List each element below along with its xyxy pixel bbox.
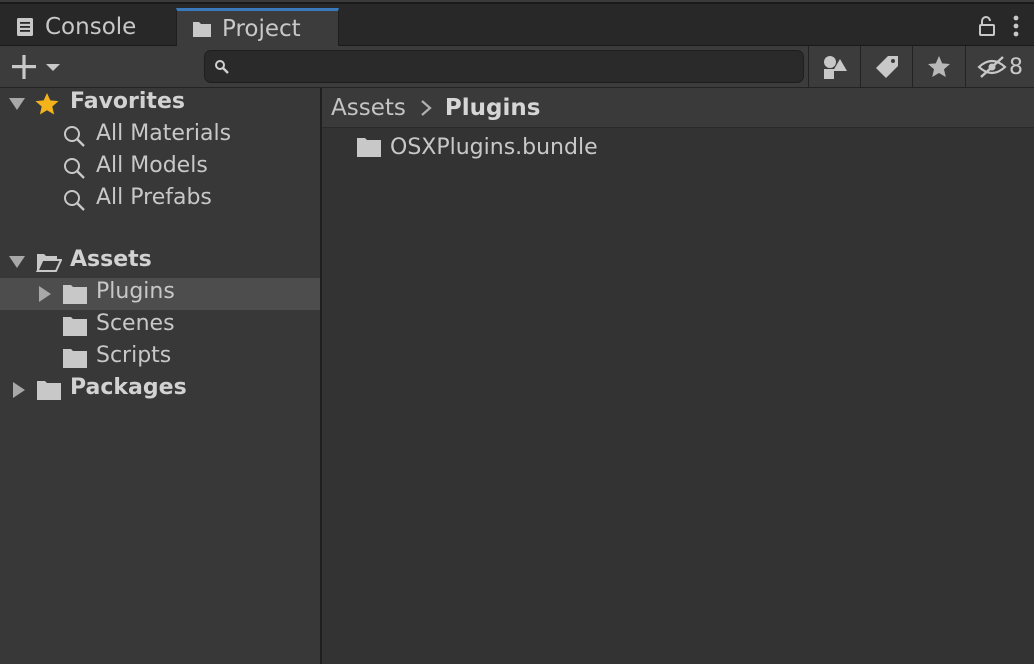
folder-icon [63, 349, 87, 368]
tab-bar: Console Project [0, 4, 1034, 47]
tree-item-assets[interactable]: Assets [0, 246, 320, 278]
project-toolbar: 8 [0, 46, 1034, 88]
expanded-arrow-icon[interactable] [8, 253, 26, 271]
breadcrumb-plugins[interactable]: Plugins [445, 95, 541, 121]
search-icon [64, 158, 85, 179]
tree-item-plugins[interactable]: Plugins [0, 278, 320, 310]
tree-item-label: All Prefabs [96, 185, 212, 210]
tab-project[interactable]: Project [176, 8, 339, 47]
search-by-type-icon [823, 56, 847, 79]
window-controls [978, 14, 1020, 38]
search-icon [215, 60, 229, 74]
search-field[interactable] [204, 50, 804, 83]
tree-item-label: Scenes [96, 311, 175, 336]
hidden-packages-button[interactable]: 8 [965, 46, 1034, 88]
folder-icon [193, 22, 211, 37]
favorites-star-icon [35, 93, 59, 115]
tab-console[interactable]: Console [14, 8, 174, 46]
search-by-type-button[interactable] [808, 46, 860, 88]
tree-item-scenes[interactable]: Scenes [0, 310, 320, 342]
tree-item-label: Plugins [96, 279, 175, 304]
star-icon [928, 56, 950, 77]
tree-item-label: All Models [96, 153, 208, 178]
lock-icon[interactable] [978, 15, 996, 37]
folder-open-icon [36, 254, 62, 272]
search-by-label-button[interactable] [860, 46, 912, 88]
plus-icon [12, 55, 60, 79]
search-by-label-icon [875, 56, 898, 78]
eye-hidden-icon [977, 56, 1007, 78]
packages-label: Packages [70, 375, 187, 400]
tab-project-label: Project [222, 16, 301, 42]
assets-label: Assets [70, 247, 152, 272]
chevron-right-icon [421, 99, 432, 116]
folder-icon [357, 138, 381, 157]
search-icon [64, 190, 85, 211]
create-button[interactable] [8, 52, 70, 82]
asset-list-panel: Assets Plugins OSXPlugins.bundle [322, 88, 1034, 664]
top-strip-highlight [0, 0, 1034, 2]
tree-item-all-prefabs[interactable]: All Prefabs [0, 184, 320, 216]
save-search-favorite-button[interactable] [912, 46, 965, 88]
breadcrumb: Assets Plugins [322, 88, 1034, 128]
kebab-menu-icon[interactable] [1012, 14, 1020, 38]
breadcrumb-assets[interactable]: Assets [331, 95, 406, 121]
folder-tree: Favorites All Materials All Models All P… [0, 88, 320, 664]
tree-item-label: Scripts [96, 343, 172, 368]
folder-icon [63, 285, 87, 304]
hidden-packages-count: 8 [1009, 54, 1023, 80]
tree-item-packages[interactable]: Packages [0, 374, 320, 406]
collapsed-arrow-icon[interactable] [36, 285, 54, 303]
favorites-label: Favorites [70, 89, 185, 114]
list-item[interactable]: OSXPlugins.bundle [356, 132, 598, 162]
file-name: OSXPlugins.bundle [390, 134, 598, 160]
tab-console-label: Console [45, 14, 137, 40]
tree-item-scripts[interactable]: Scripts [0, 342, 320, 374]
tree-item-favorites[interactable]: Favorites [0, 88, 320, 120]
expanded-arrow-icon[interactable] [8, 95, 26, 113]
collapsed-arrow-icon[interactable] [10, 381, 28, 399]
console-icon [17, 18, 33, 36]
tree-item-all-materials[interactable]: All Materials [0, 120, 320, 152]
folder-icon [63, 317, 87, 336]
search-icon [64, 126, 85, 147]
search-input[interactable] [237, 53, 797, 80]
tree-item-label: All Materials [96, 121, 232, 146]
folder-icon [37, 381, 61, 400]
tree-item-all-models[interactable]: All Models [0, 152, 320, 184]
